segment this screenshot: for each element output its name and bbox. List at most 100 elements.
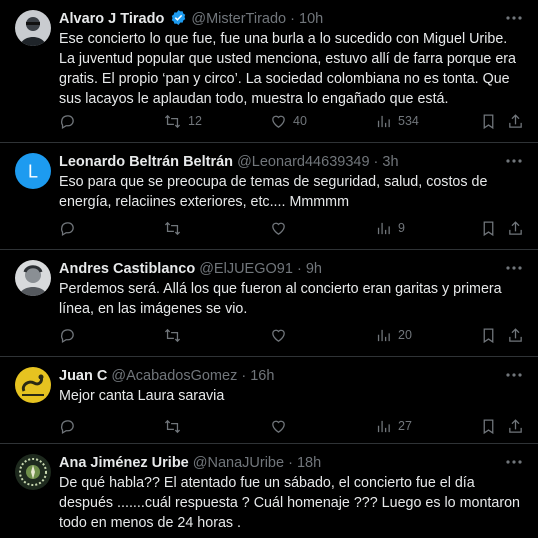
timestamp[interactable]: 16h — [250, 368, 274, 384]
reply-button[interactable] — [59, 218, 82, 238]
like-button[interactable]: 40 — [270, 111, 307, 131]
tweet-actions: 27 — [59, 416, 524, 436]
display-name[interactable]: Andres Castiblanco — [59, 261, 195, 277]
views-chart-icon — [377, 420, 390, 432]
tweet-header: Andres Castiblanco @ElJUEGO91 · 9h — [59, 259, 498, 279]
tweet-text: Ese concierto lo que fue, fue una burla … — [59, 31, 517, 107]
tweet[interactable]: Juan C @AcabadosGomez · 16h Mejor canta … — [0, 357, 538, 444]
like-button[interactable] — [270, 416, 293, 436]
gadsden-flag-icon — [15, 367, 51, 403]
repost-icon — [164, 328, 181, 342]
reply-button[interactable] — [59, 111, 82, 131]
like-button[interactable] — [270, 325, 293, 345]
like-button[interactable] — [270, 218, 293, 238]
views-chart-icon — [377, 329, 390, 341]
repost-button[interactable]: 12 — [163, 111, 202, 131]
tweet[interactable]: Alvaro J Tirado @MisterTirado · 10h Ese … — [0, 0, 538, 143]
view-count: 534 — [398, 114, 419, 128]
tweet-actions: 12 40 534 — [59, 111, 524, 131]
bookmark-icon — [483, 327, 494, 343]
views-button[interactable]: 534 — [375, 111, 419, 131]
views-chart-icon — [377, 115, 390, 127]
avatar[interactable] — [15, 260, 51, 296]
repost-button[interactable] — [163, 416, 188, 436]
share-button[interactable] — [507, 111, 524, 131]
bookmark-button[interactable] — [480, 325, 497, 345]
repost-button[interactable] — [163, 325, 188, 345]
timestamp[interactable]: 10h — [299, 11, 323, 27]
view-count: 20 — [398, 328, 412, 342]
avatar[interactable]: L — [15, 153, 51, 189]
repost-count: 12 — [188, 114, 202, 128]
heart-icon — [272, 222, 285, 235]
reply-icon — [61, 328, 74, 343]
separator-dot: · — [241, 368, 247, 384]
bookmark-button[interactable] — [480, 416, 497, 436]
view-count: 27 — [398, 419, 412, 433]
separator-dot: · — [373, 154, 379, 170]
bookmark-button[interactable] — [480, 111, 497, 131]
views-button[interactable]: 20 — [375, 325, 412, 345]
more-options-icon[interactable] — [504, 10, 524, 26]
bookmark-icon — [483, 113, 494, 129]
display-name[interactable]: Alvaro J Tirado — [59, 11, 164, 27]
emblem-icon — [15, 454, 51, 490]
tweet[interactable]: L Leonardo Beltrán Beltrán @Leonard44639… — [0, 143, 538, 250]
bookmark-icon — [483, 220, 494, 236]
more-options-icon[interactable] — [504, 454, 524, 470]
profile-photo-icon — [15, 260, 51, 296]
display-name[interactable]: Leonardo Beltrán Beltrán — [59, 154, 233, 170]
tweet-header: Juan C @AcabadosGomez · 16h — [59, 366, 498, 386]
timestamp[interactable]: 3h — [382, 154, 398, 170]
like-count: 40 — [293, 114, 307, 128]
reply-button[interactable] — [59, 416, 82, 436]
bookmark-icon — [483, 418, 494, 434]
repost-button[interactable] — [163, 218, 188, 238]
more-options-icon[interactable] — [504, 367, 524, 383]
tweet-text: Eso para que se preocupa de temas de seg… — [59, 174, 488, 210]
share-icon — [509, 220, 522, 235]
separator-dot: · — [290, 11, 295, 27]
more-options-icon[interactable] — [504, 153, 524, 169]
verified-badge-icon — [170, 9, 187, 29]
reply-icon — [61, 221, 74, 236]
tweet[interactable]: Andres Castiblanco @ElJUEGO91 · 9h Perde… — [0, 250, 538, 357]
user-handle[interactable]: @Leonard44639349 — [237, 154, 369, 170]
views-button[interactable]: 27 — [375, 416, 412, 436]
user-handle[interactable]: @ElJUEGO91 — [199, 261, 293, 277]
bookmark-button[interactable] — [480, 218, 497, 238]
timestamp[interactable]: 18h — [297, 455, 321, 471]
avatar[interactable] — [15, 367, 51, 403]
more-options-icon[interactable] — [504, 260, 524, 276]
separator-dot: · — [288, 455, 293, 471]
display-name[interactable]: Juan C — [59, 368, 107, 384]
share-button[interactable] — [507, 325, 524, 345]
tweet-text: De qué habla?? El atentado fue un sábado… — [59, 475, 520, 531]
avatar[interactable] — [15, 454, 51, 490]
tweet-header: Alvaro J Tirado @MisterTirado · 10h — [59, 9, 498, 29]
timestamp[interactable]: 9h — [306, 261, 322, 277]
tweet-actions: 9 — [59, 218, 524, 238]
share-icon — [509, 418, 522, 433]
share-button[interactable] — [507, 218, 524, 238]
tweet[interactable]: Ana Jiménez Uribe @NanaJUribe · 18h De q… — [0, 444, 538, 538]
avatar[interactable] — [15, 10, 51, 46]
view-count: 9 — [398, 221, 405, 235]
user-handle[interactable]: @MisterTirado — [191, 11, 286, 27]
heart-icon — [272, 115, 285, 128]
reply-button[interactable] — [59, 325, 82, 345]
reply-icon — [61, 419, 74, 434]
share-button[interactable] — [507, 416, 524, 436]
letter-avatar-icon: L — [28, 162, 38, 182]
user-handle[interactable]: @AcabadosGomez — [111, 368, 237, 384]
views-chart-icon — [377, 222, 390, 234]
user-handle[interactable]: @NanaJUribe — [193, 455, 284, 471]
tweet-text: Perdemos será. Allá los que fueron al co… — [59, 281, 502, 317]
tweet-text: Mejor canta Laura saravia — [59, 388, 225, 404]
profile-photo-icon — [15, 10, 51, 46]
svg-text:L: L — [28, 162, 38, 182]
tweet-header: Leonardo Beltrán Beltrán @Leonard4463934… — [59, 152, 498, 172]
share-icon — [509, 327, 522, 342]
views-button[interactable]: 9 — [375, 218, 405, 238]
display-name[interactable]: Ana Jiménez Uribe — [59, 455, 189, 471]
